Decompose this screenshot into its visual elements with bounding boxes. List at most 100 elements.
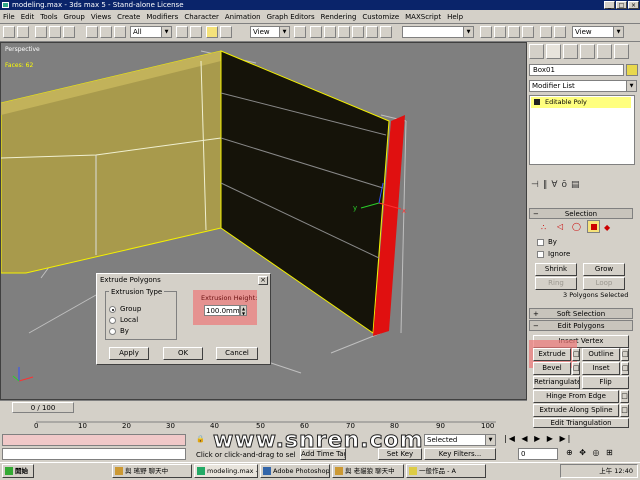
quick-render-icon[interactable] <box>522 26 534 38</box>
key-filters-button[interactable]: Key Filters... <box>424 448 496 460</box>
menu-modifiers[interactable]: Modifiers <box>146 13 178 21</box>
nav-controls-icon[interactable]: ⊕ ✥ ◎ ⊞ <box>566 448 615 457</box>
ok-button[interactable]: OK <box>163 347 203 360</box>
loop-button[interactable]: Loop <box>583 277 625 290</box>
lock-icon[interactable]: 🔒 <box>196 435 205 443</box>
maxscript-listener-mini[interactable] <box>2 434 186 446</box>
vertex-mode-icon[interactable]: ∴ <box>541 223 546 232</box>
soft-selection-rollout[interactable]: + Soft Selection <box>529 308 633 319</box>
edit-polygons-rollout[interactable]: − Edit Polygons <box>529 320 633 331</box>
hinge-from-edge-button[interactable]: Hinge From Edge <box>533 390 619 403</box>
extrude-button[interactable]: Extrude <box>533 348 571 361</box>
pivot-icon[interactable] <box>294 26 306 38</box>
modifier-list-dropdown[interactable]: Modifier List <box>529 80 637 92</box>
render-type-icon[interactable] <box>540 26 552 38</box>
menu-group[interactable]: Group <box>64 13 85 21</box>
bevel-settings-button[interactable]: □ <box>572 362 580 375</box>
retriangulate-button[interactable]: Retriangulate <box>533 376 580 389</box>
selection-filter-dropdown[interactable]: All <box>130 26 172 38</box>
task-chat-1[interactable]: 與 瑤野 聊天中 <box>112 464 192 478</box>
render-scene-icon[interactable] <box>508 26 520 38</box>
percent-snap-icon[interactable] <box>366 26 378 38</box>
select-move-icon[interactable] <box>176 26 188 38</box>
radio-by-polygon[interactable] <box>109 328 116 335</box>
undo-icon[interactable] <box>3 26 15 38</box>
menu-tools[interactable]: Tools <box>40 13 57 21</box>
maximize-button[interactable]: □ <box>616 1 627 9</box>
menu-maxscript[interactable]: MAXScript <box>405 13 441 21</box>
task-folder[interactable]: 一般作品 - A <box>406 464 486 478</box>
hierarchy-tab-icon[interactable] <box>563 44 578 59</box>
menu-help[interactable]: Help <box>447 13 463 21</box>
select-object-icon[interactable] <box>86 26 98 38</box>
menu-animation[interactable]: Animation <box>225 13 261 21</box>
material-editor-icon[interactable] <box>494 26 506 38</box>
inset-settings-button[interactable]: □ <box>621 362 629 375</box>
polygon-mode-icon[interactable] <box>587 220 600 233</box>
select-scale-icon[interactable] <box>206 26 218 38</box>
angle-snap-icon[interactable] <box>352 26 364 38</box>
configure-sets-icon[interactable]: ▤ <box>571 180 580 190</box>
border-mode-icon[interactable]: ◯ <box>572 222 581 231</box>
unlink-icon[interactable] <box>49 26 61 38</box>
task-chat-2[interactable]: 與 老貓狼 聊天中 <box>332 464 404 478</box>
menu-file[interactable]: File <box>3 13 15 21</box>
grow-button[interactable]: Grow <box>583 263 625 276</box>
stack-item-editable-poly[interactable]: Editable Poly <box>531 97 631 108</box>
dialog-close-button[interactable]: × <box>258 276 268 285</box>
minimize-button[interactable]: _ <box>604 1 615 9</box>
start-button[interactable]: 開始 <box>2 464 34 478</box>
edit-triangulation-button[interactable]: Edit Triangulation <box>533 418 629 428</box>
select-uniform-icon[interactable] <box>220 26 232 38</box>
mirror-icon[interactable] <box>310 26 322 38</box>
render-view-dropdown[interactable]: View <box>572 26 624 38</box>
cancel-button[interactable]: Cancel <box>216 347 258 360</box>
ring-button[interactable]: Ring <box>535 277 577 290</box>
time-slider-thumb[interactable]: 0 / 100 <box>12 402 74 413</box>
bind-space-warp-icon[interactable] <box>63 26 75 38</box>
pin-stack-icon[interactable]: ⊣ <box>531 180 539 190</box>
make-unique-icon[interactable]: ∀ <box>551 180 557 190</box>
apply-button[interactable]: Apply <box>109 347 149 360</box>
shrink-button[interactable]: Shrink <box>535 263 577 276</box>
snap-icon[interactable] <box>338 26 350 38</box>
task-photoshop[interactable]: Adobe Photoshop <box>260 464 330 478</box>
outline-button[interactable]: Outline <box>582 348 620 361</box>
mirror-tool-icon[interactable] <box>480 26 492 38</box>
display-tab-icon[interactable] <box>597 44 612 59</box>
radio-group[interactable] <box>109 306 116 313</box>
menu-customize[interactable]: Customize <box>362 13 399 21</box>
playback-controls-icon[interactable]: |◀ ◀ ▶ ▶ ▶| <box>504 434 572 443</box>
menu-graph-editors[interactable]: Graph Editors <box>267 13 315 21</box>
by-vertex-checkbox[interactable] <box>537 239 544 246</box>
show-end-result-icon[interactable]: ‖ <box>543 180 548 190</box>
select-by-name-icon[interactable] <box>100 26 112 38</box>
element-mode-icon[interactable]: ◆ <box>604 223 610 232</box>
task-3dsmax[interactable]: modeling.max - <box>194 464 258 478</box>
object-color-swatch[interactable] <box>626 64 638 76</box>
selection-rollout-header[interactable]: − Selection <box>529 208 633 219</box>
menu-character[interactable]: Character <box>184 13 219 21</box>
flip-button[interactable]: Flip <box>582 376 629 389</box>
modify-tab-icon[interactable] <box>546 44 561 59</box>
extrusion-height-spinner[interactable]: ▲ ▼ <box>240 305 247 316</box>
menu-views[interactable]: Views <box>91 13 111 21</box>
extrusion-height-input[interactable]: 100.0mm <box>204 305 240 316</box>
utilities-tab-icon[interactable] <box>614 44 629 59</box>
extrude-along-spline-button[interactable]: Extrude Along Spline <box>533 404 619 417</box>
menu-rendering[interactable]: Rendering <box>321 13 357 21</box>
ignore-backfacing-checkbox[interactable] <box>537 251 544 258</box>
region-select-icon[interactable] <box>114 26 126 38</box>
reference-coord-dropdown[interactable]: View <box>250 26 290 38</box>
menu-create[interactable]: Create <box>117 13 140 21</box>
named-selection-dropdown[interactable] <box>402 26 474 38</box>
menu-edit[interactable]: Edit <box>21 13 35 21</box>
radio-local[interactable] <box>109 317 116 324</box>
create-tab-icon[interactable] <box>529 44 544 59</box>
teapot-icon[interactable] <box>554 26 566 38</box>
select-rotate-icon[interactable] <box>190 26 202 38</box>
outline-settings-button[interactable]: □ <box>621 348 629 361</box>
edge-mode-icon[interactable]: ◁ <box>557 222 563 231</box>
key-mode-dropdown[interactable]: Selected <box>424 434 496 446</box>
time-slider[interactable] <box>0 400 527 414</box>
